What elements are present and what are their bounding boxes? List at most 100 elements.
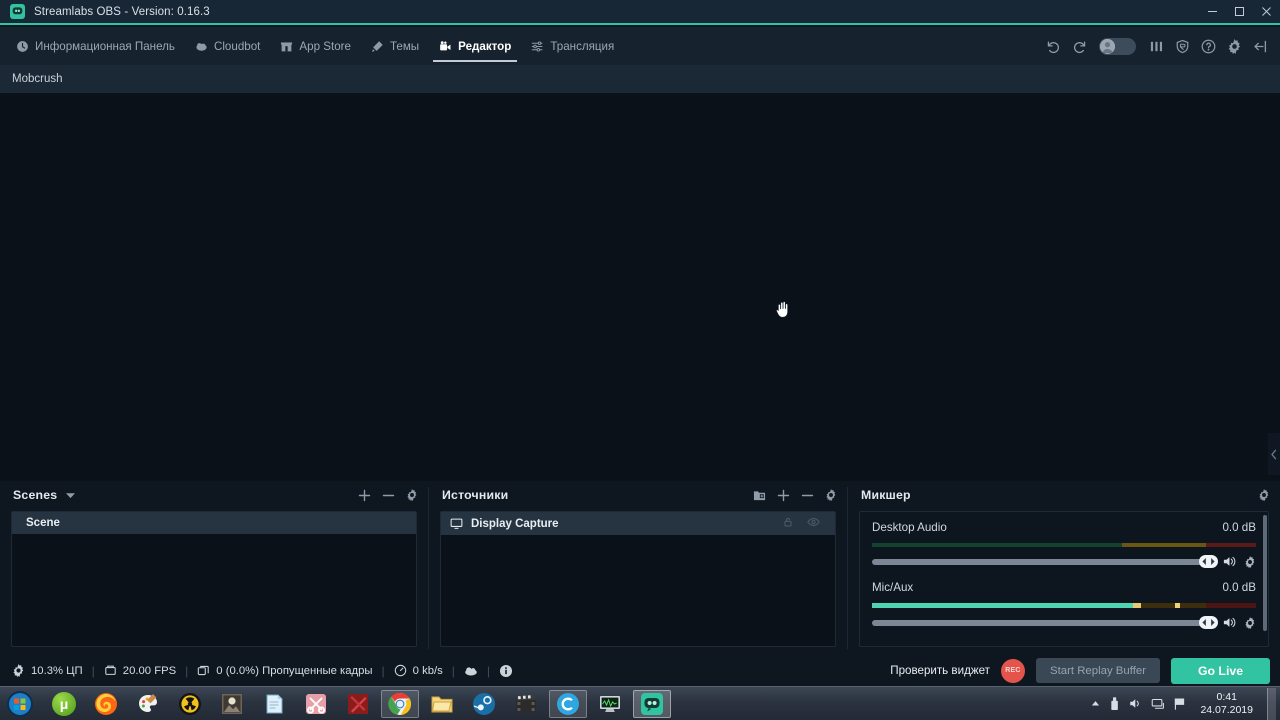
mixer-header: Микшер [848,481,1280,509]
status-dropped-frames: 0 (0.0%) Пропущенные кадры [197,664,373,677]
go-live-button[interactable]: Go Live [1171,657,1270,684]
radiation-app-icon[interactable] [171,690,209,718]
sources-actions [753,489,837,502]
status-info [499,664,513,678]
nav-item-stream[interactable]: Трансляция [521,27,624,65]
check-widget-link[interactable]: Проверить виджет [890,664,990,677]
list-item[interactable]: Display Capture [441,512,835,535]
minimize-icon[interactable] [1199,0,1226,24]
eye-icon[interactable] [807,516,820,531]
photo-viewer-icon[interactable] [213,690,251,718]
preview-canvas[interactable] [0,93,1280,481]
audio-level-meter [872,543,1256,547]
show-desktop-button[interactable] [1267,687,1276,720]
taskbar-clock[interactable]: 0:41 24.07.2019 [1194,691,1259,717]
ccleaner-icon[interactable] [549,689,587,718]
tray-network-icon[interactable] [1151,697,1165,710]
lock-icon[interactable] [782,516,794,531]
sources-list[interactable]: Display Capture [440,511,836,647]
shield-icon[interactable] [1170,33,1194,59]
windows-start-orb[interactable] [3,689,37,719]
settings-gear-icon[interactable] [1222,33,1246,59]
fps-value: 20.00 FPS [122,664,177,677]
remove-scene-icon[interactable] [382,489,395,502]
mixer-settings-gear-icon[interactable] [1258,489,1270,501]
nav-item-dashboard[interactable]: Информационная Панель [6,27,185,65]
mixer-panel-icon[interactable] [1144,33,1168,59]
scenes-list[interactable]: Scene [11,511,417,647]
nav-item-app-store[interactable]: App Store [270,27,361,65]
utorrent-icon[interactable]: μ [45,690,83,718]
scissors-snip-icon[interactable] [297,690,335,718]
help-icon[interactable] [1196,33,1220,59]
channel-settings-gear-icon[interactable] [1244,616,1256,629]
maximize-icon[interactable] [1226,0,1253,24]
nav-right-controls [1041,33,1280,59]
channel-name: Desktop Audio [872,521,947,534]
window-title: Streamlabs OBS - Version: 0.16.3 [34,5,210,18]
add-source-icon[interactable] [777,489,790,502]
status-divider: | [91,663,95,678]
volume-slider-knob[interactable] [1199,554,1218,568]
collapse-sidebar-icon[interactable] [1248,33,1272,59]
paint-icon[interactable] [129,690,167,718]
volume-slider[interactable] [872,554,1218,568]
cpu-value: 10.3% ЦП [31,664,83,677]
start-replay-buffer-button[interactable]: Start Replay Buffer [1035,658,1160,683]
channel-settings-gear-icon[interactable] [1244,555,1256,568]
volume-slider-knob[interactable] [1199,615,1218,629]
status-cpu: 10.3% ЦП [12,664,83,677]
chevron-down-icon[interactable] [66,492,76,499]
clock-date: 24.07.2019 [1200,703,1253,716]
nav-item-editor[interactable]: Редактор [429,27,521,65]
bottom-panels: Scenes Scene Источники Display Capture М… [0,481,1280,655]
nav-item-cloudbot[interactable]: Cloudbot [185,27,270,65]
sources-title: Источники [442,488,509,502]
remove-source-icon[interactable] [801,489,814,502]
speaker-icon[interactable] [1223,616,1237,629]
scene-settings-gear-icon[interactable] [406,489,418,501]
close-icon[interactable] [1253,0,1280,24]
sources-panel: Источники Display Capture [429,481,847,655]
tray-usb-icon[interactable] [1108,696,1121,711]
notepad-icon[interactable] [255,690,293,718]
dota2-icon[interactable] [339,690,377,718]
source-settings-gear-icon[interactable] [825,489,837,501]
avatar [1100,38,1115,54]
chevron-left-icon[interactable] [1268,433,1280,475]
redo-icon[interactable] [1067,33,1091,59]
status-bitrate: 0 kb/s [394,664,443,677]
scene-name: Scene [26,517,60,529]
status-bar: 10.3% ЦП | 20.00 FPS | 0 (0.0%) Пропущен… [0,655,1280,686]
frames-icon [197,664,210,677]
nav-label: Информационная Панель [35,39,175,53]
speaker-icon[interactable] [1223,555,1237,568]
tray-flag-icon[interactable] [1173,697,1186,711]
volume-slider[interactable] [872,615,1218,629]
nav-label: App Store [299,39,351,53]
info-icon[interactable] [499,664,513,678]
mixer-channels[interactable]: Desktop Audio 0.0 dB Mic/Aux 0.0 dB [859,511,1269,647]
nav-item-themes[interactable]: Темы [361,27,429,65]
mixer-scrollbar[interactable] [1263,515,1267,631]
chrome-icon[interactable] [381,689,419,718]
tab-mobcrush[interactable]: Mobcrush [0,65,75,93]
tray-volume-icon[interactable] [1129,697,1143,710]
tray-expand-icon[interactable] [1091,699,1100,708]
movie-maker-icon[interactable] [507,690,545,718]
mixer-title: Микшер [861,488,911,502]
system-monitor-icon[interactable] [591,690,629,718]
record-button[interactable]: REC [1000,658,1025,683]
list-item[interactable]: Scene [12,512,416,534]
cloud-status-icon[interactable] [464,664,478,677]
add-folder-icon[interactable] [753,489,766,502]
streamlabs-obs-icon[interactable] [633,689,671,718]
mixer-channel-desktop-audio: Desktop Audio 0.0 dB [860,512,1268,568]
dropped-frames-value: 0 (0.0%) Пропущенные кадры [216,664,373,677]
file-explorer-icon[interactable] [423,690,461,718]
add-scene-icon[interactable] [358,489,371,502]
firefox-icon[interactable] [87,690,125,718]
profile-toggle[interactable] [1099,37,1136,55]
undo-icon[interactable] [1041,33,1065,59]
steam-icon[interactable] [465,690,503,718]
